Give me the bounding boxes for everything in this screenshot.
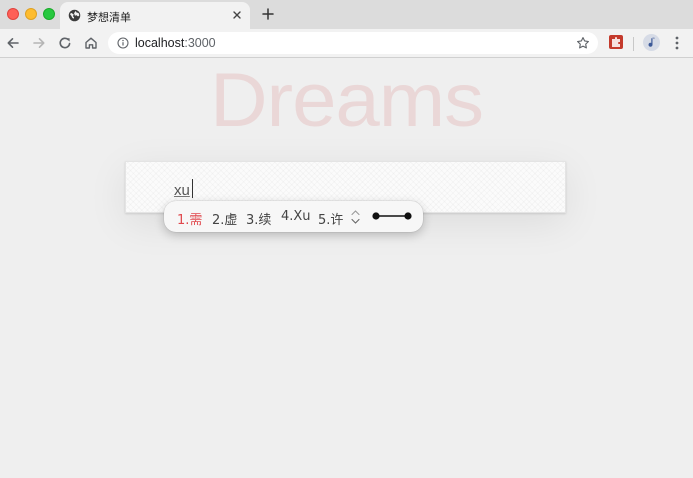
tab-strip: 梦想清单 <box>0 0 693 29</box>
browser-tab[interactable]: 梦想清单 <box>60 2 250 29</box>
puzzle-icon <box>612 37 620 47</box>
plus-icon[interactable] <box>260 6 276 22</box>
url-text: localhost:3000 <box>135 36 216 50</box>
ime-candidate-1[interactable]: 1.需 <box>177 209 202 228</box>
info-icon[interactable] <box>117 37 129 49</box>
page-title: Dreams <box>209 58 484 143</box>
ime-candidate-2[interactable]: 2.虚 <box>212 209 237 228</box>
avatar-icon[interactable] <box>643 34 660 51</box>
close-icon[interactable] <box>230 8 244 22</box>
reload-icon[interactable] <box>57 35 73 51</box>
extension-icon[interactable] <box>609 35 623 49</box>
ime-candidate-5[interactable]: 5.许 <box>318 209 343 228</box>
ime-candidate-3[interactable]: 3.续 <box>246 209 271 228</box>
music-note-icon <box>648 37 655 47</box>
url-port: :3000 <box>184 36 216 50</box>
arrow-left-icon[interactable] <box>5 35 21 51</box>
browser-toolbar: localhost:3000 <box>0 29 693 58</box>
star-icon[interactable] <box>576 36 590 50</box>
ime-candidate-window: 1.需 2.虚 3.续 4.Xu 5.许 <box>164 201 423 232</box>
window-zoom-button[interactable] <box>43 8 55 20</box>
window-close-button[interactable] <box>7 8 19 20</box>
ime-candidate-4[interactable]: 4.Xu <box>281 209 311 224</box>
toolbar-divider <box>633 37 634 51</box>
url-host: localhost <box>135 36 185 50</box>
more-vert-icon[interactable] <box>674 35 680 51</box>
candidate-layout-toggle-icon[interactable] <box>371 210 413 222</box>
dream-input-text[interactable]: xu <box>174 182 190 199</box>
window-minimize-button[interactable] <box>25 8 37 20</box>
globe-icon <box>68 9 81 22</box>
chevron-up-down-icon[interactable] <box>350 208 361 226</box>
tab-title: 梦想清单 <box>87 11 131 24</box>
home-icon[interactable] <box>83 35 99 51</box>
address-bar[interactable]: localhost:3000 <box>108 32 598 54</box>
text-caret <box>192 179 193 198</box>
arrow-right-icon[interactable] <box>31 35 47 51</box>
